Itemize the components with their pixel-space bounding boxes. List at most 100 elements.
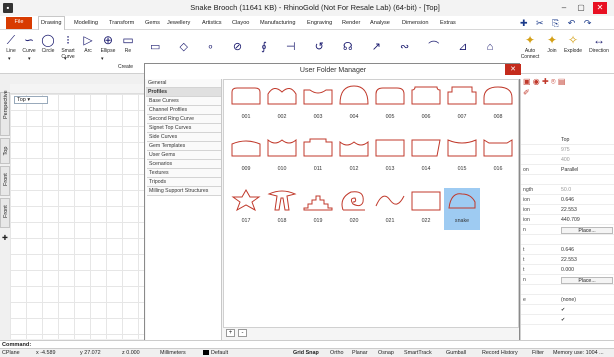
profile-thumbnail <box>303 195 333 211</box>
profile-item[interactable]: snake <box>444 188 480 230</box>
profile-item[interactable]: 001 <box>228 84 264 126</box>
category-general[interactable]: General <box>146 79 221 88</box>
profile-item[interactable]: 002 <box>264 84 300 126</box>
tab-dimension[interactable]: Dimension <box>400 18 430 29</box>
rectangle-icon: ▭ <box>122 33 134 47</box>
category-milling-support-structures[interactable]: Milling Support Structures <box>147 187 221 196</box>
profile-item[interactable]: 007 <box>444 84 480 126</box>
profile-item[interactable]: 004 <box>336 84 372 126</box>
tab-engraving[interactable]: Engraving <box>305 18 334 29</box>
category-tripods[interactable]: Tripods <box>147 178 221 187</box>
property-value: (none) <box>561 297 576 303</box>
profile-item[interactable]: 005 <box>372 84 408 126</box>
tab-front-2[interactable]: Front <box>0 198 10 228</box>
profile-thumbnail <box>447 86 477 105</box>
tab-extras[interactable]: Extras <box>438 18 458 29</box>
app-icon[interactable]: ■ <box>3 3 13 13</box>
tab-jewellery[interactable]: Jewellery <box>165 18 192 29</box>
profile-name: 013 <box>385 166 395 172</box>
dialog-close-button[interactable]: ✕ <box>505 64 521 75</box>
direction-tool[interactable]: ↔ Direction <box>586 32 612 54</box>
profile-item[interactable]: 020 <box>336 188 372 230</box>
rectangle-tool[interactable]: ▭ Re <box>120 32 136 54</box>
category-user-gems[interactable]: User Gems <box>147 151 221 160</box>
place-button[interactable]: Place... <box>561 277 613 284</box>
arc-tool[interactable]: ▷ Arc <box>80 32 96 54</box>
profile-item[interactable]: 010 <box>264 136 300 178</box>
tab-clayoo[interactable]: Clayoo <box>230 18 251 29</box>
property-value: 22.553 <box>561 207 577 213</box>
property-value: 0.646 <box>561 247 574 253</box>
tab-drawing[interactable]: Drawing <box>38 16 65 30</box>
profile-name: 016 <box>493 166 503 172</box>
circle-tool[interactable]: ◯ Circle <box>39 32 57 54</box>
category-scenarios[interactable]: Scenarios <box>147 160 221 169</box>
remove-button[interactable]: - <box>238 329 247 337</box>
tab-transform[interactable]: Transform <box>107 18 136 29</box>
ellipse-dropdown[interactable]: ▾ <box>101 56 104 62</box>
ellipse-tool[interactable]: ⊕ Ellipse <box>97 32 119 54</box>
tab-file[interactable]: File <box>6 17 32 29</box>
category-base-curves[interactable]: Base Curves <box>147 97 221 106</box>
profile-item[interactable]: 013 <box>372 136 408 178</box>
explode-tool[interactable]: ✧ Explode <box>562 32 584 54</box>
profile-item[interactable]: 006 <box>408 84 444 126</box>
profile-thumbnail <box>341 191 365 211</box>
profile-item[interactable]: 003 <box>300 84 336 126</box>
category-signet-top-curves[interactable]: Signet Top Curves <box>147 124 221 133</box>
minimize-button[interactable]: – <box>557 2 571 14</box>
tab-perspective[interactable]: Perspective <box>0 90 10 136</box>
category-textures[interactable]: Textures <box>147 169 221 178</box>
viewport-label[interactable]: Top ▾ <box>14 96 48 104</box>
profile-item[interactable]: 009 <box>228 136 264 178</box>
place-button[interactable]: Place... <box>561 227 613 234</box>
smart-curve-dropdown[interactable]: ▾ <box>64 56 67 62</box>
category-gem-templates[interactable]: Gem Templates <box>147 142 221 151</box>
close-button[interactable]: ✕ <box>593 2 607 14</box>
profile-item[interactable]: 016 <box>480 136 516 178</box>
profile-item[interactable]: 008 <box>480 84 516 126</box>
profile-name: 015 <box>457 166 467 172</box>
property-row: Top <box>521 136 614 145</box>
category-second-ring-curve[interactable]: Second Ring Curve <box>147 115 221 124</box>
category-profiles[interactable]: Profiles <box>146 88 221 97</box>
auto-connect-tool[interactable]: ✦ Auto Connect <box>520 32 540 60</box>
add-viewport-icon[interactable]: ✚ <box>2 234 8 242</box>
add-button[interactable]: + <box>226 329 235 337</box>
tab-front[interactable]: Front <box>0 166 10 196</box>
tab-analyse[interactable]: Analyse <box>368 18 392 29</box>
command-bar[interactable]: Command: <box>0 340 614 348</box>
tab-gems[interactable]: Gems <box>143 18 162 29</box>
curve-dropdown[interactable]: ▾ <box>28 56 31 62</box>
profile-thumbnail <box>411 139 441 157</box>
profile-item[interactable]: 019 <box>300 188 336 230</box>
line-icon: ⟋ <box>6 33 16 47</box>
profile-item[interactable]: 017 <box>228 188 264 230</box>
smart-curve-tool[interactable]: ⁝ Smart Curve <box>58 32 78 60</box>
curve-tool[interactable]: ∽ Curve <box>20 32 38 54</box>
tab-manufacturing[interactable]: Manufacturing <box>258 18 297 29</box>
profile-name: 001 <box>241 114 251 120</box>
line-dropdown[interactable]: ▾ <box>8 56 11 62</box>
join-tool[interactable]: ✦ Join <box>543 32 561 54</box>
tab-artistics[interactable]: Artistics <box>200 18 224 29</box>
profile-item[interactable]: 014 <box>408 136 444 178</box>
category-side-curves[interactable]: Side Curves <box>147 133 221 142</box>
viewport-top[interactable] <box>10 94 145 339</box>
maximize-button[interactable]: ▢ <box>574 2 588 14</box>
tab-render[interactable]: Render <box>340 18 362 29</box>
quick-access-icons[interactable]: ✚ ✂ ⎘ ↶ ↷ ▣ <box>520 18 610 39</box>
profile-item[interactable]: 018 <box>264 188 300 230</box>
profile-item[interactable]: 011 <box>300 136 336 178</box>
category-channel-profiles[interactable]: Channel Profiles <box>147 106 221 115</box>
profile-item[interactable]: 012 <box>336 136 372 178</box>
tab-modelling[interactable]: Modelling <box>72 18 100 29</box>
panel-icons[interactable]: ▣ ◉ ✚ ⌾ ▤ ✐ <box>523 76 613 100</box>
profile-item[interactable]: 022 <box>408 188 444 230</box>
line-tool[interactable]: ⟋ Line <box>3 32 19 54</box>
edit-tools[interactable]: ▭ ◇ ∘ ⊘ ∮ ⊣ ↺ ☊ ↗ ∾ ⌒ ⊿ ⌂ <box>150 38 501 54</box>
tab-top[interactable]: Top <box>0 138 10 164</box>
profile-item[interactable]: 015 <box>444 136 480 178</box>
profile-item[interactable]: 021 <box>372 188 408 230</box>
create-group-label: Create <box>118 64 134 70</box>
